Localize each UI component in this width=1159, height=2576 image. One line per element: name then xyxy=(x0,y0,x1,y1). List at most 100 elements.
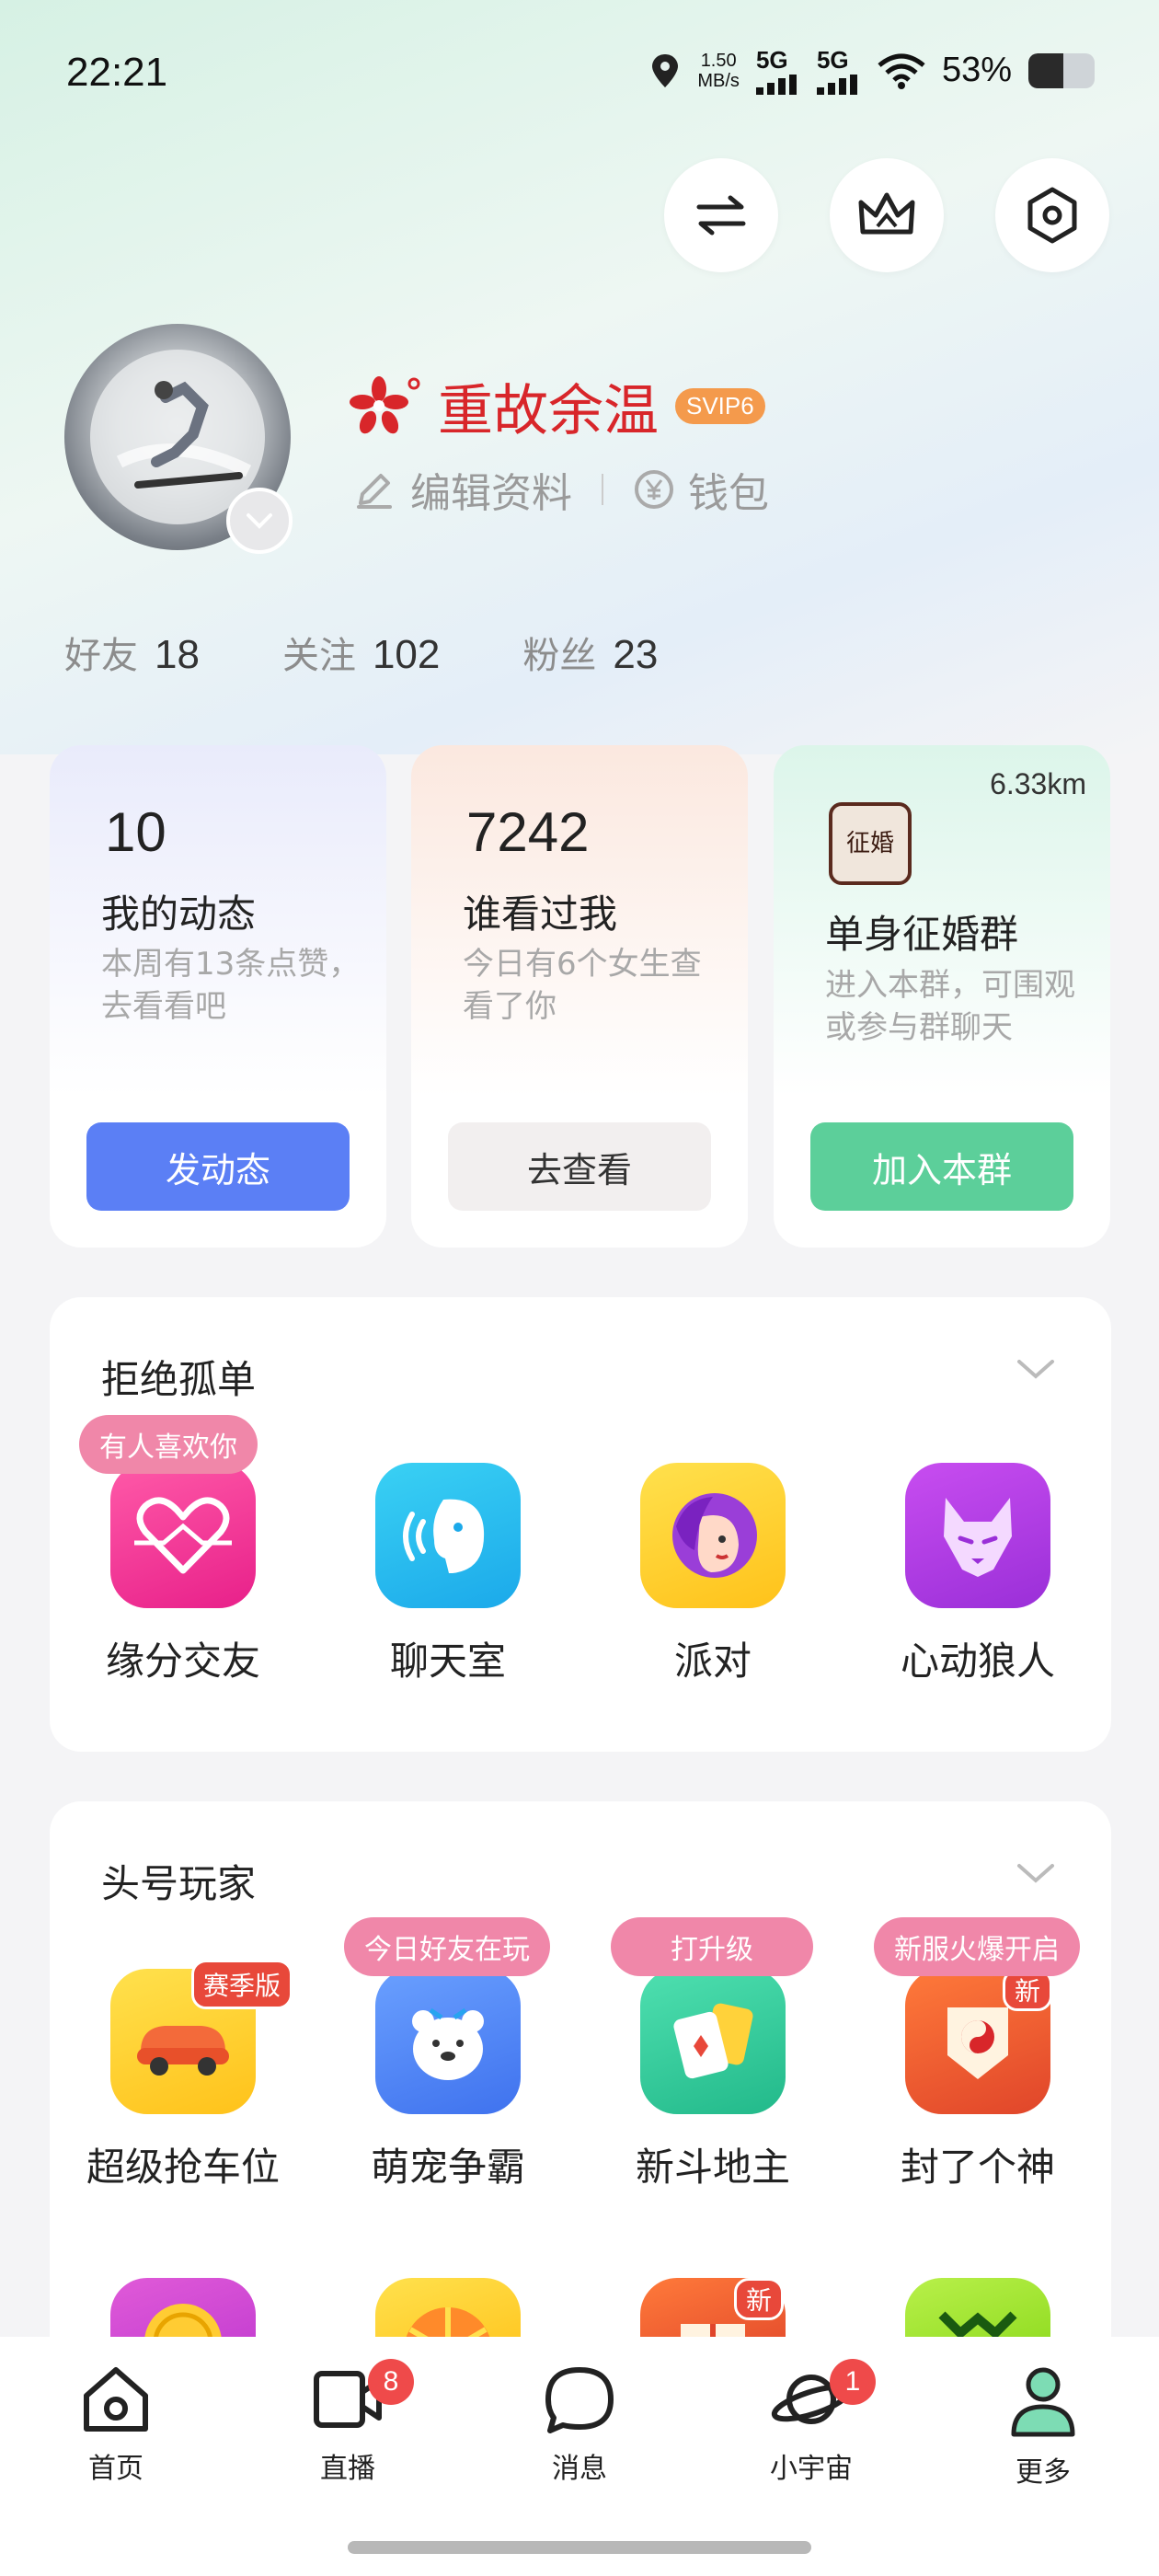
wallet-yen-icon xyxy=(635,470,673,509)
chevron-down-icon[interactable] xyxy=(1016,1860,1056,1886)
section-games-title: 头号玩家 xyxy=(101,1861,257,1906)
app-party[interactable]: 派对 xyxy=(580,1463,846,1686)
status-time: 22:21 xyxy=(66,50,168,95)
app-label: 封了个神 xyxy=(900,2145,1055,2190)
tab-universe[interactable]: 小宇宙 1 xyxy=(729,2359,894,2486)
signal-1: 5G xyxy=(755,46,800,95)
signal-bars-icon xyxy=(755,75,797,95)
app-label: 聊天室 xyxy=(389,1639,506,1684)
app-fate-dating[interactable]: 缘分交友 xyxy=(50,1463,316,1686)
stat-friends[interactable]: 好友 18 xyxy=(64,626,200,679)
stat-value: 18 xyxy=(155,632,200,677)
new-badge: 新 xyxy=(734,2278,785,2320)
switch-account-button[interactable] xyxy=(664,158,778,272)
tag-friends-playing: 今日好友在玩 xyxy=(344,1917,550,1976)
notification-badge: 1 xyxy=(830,2359,876,2405)
visitors-title: 谁看过我 xyxy=(463,891,618,937)
net-speed-unit: MB/s xyxy=(697,70,740,91)
tag-upgrade: 打升级 xyxy=(611,1917,813,1976)
tab-home[interactable]: 首页 xyxy=(33,2364,199,2486)
card-visitors[interactable]: 7242 谁看过我 今日有6个女生查看了你 去查看 xyxy=(411,745,748,1248)
view-visitors-button[interactable]: 去查看 xyxy=(448,1122,711,1211)
wolf-icon xyxy=(905,1463,1050,1608)
divider xyxy=(602,474,603,505)
stat-value: 23 xyxy=(613,632,659,677)
app-label: 新斗地主 xyxy=(635,2145,790,2190)
app-pet-battle[interactable]: 萌宠争霸 xyxy=(315,1969,581,2192)
section-games: 头号玩家 今日好友在玩 打升级 新服火爆开启 超级抢车位 赛季版 萌宠争霸 新斗… xyxy=(50,1801,1111,2372)
moments-title: 我的动态 xyxy=(101,891,257,937)
party-face-icon xyxy=(640,1463,786,1608)
wifi-icon xyxy=(878,53,925,89)
visitors-count: 7242 xyxy=(466,801,590,863)
edit-pencil-icon xyxy=(357,474,392,509)
tag-new-server: 新服火爆开启 xyxy=(874,1917,1080,1976)
app-label: 派对 xyxy=(673,1639,752,1684)
nickname: 重故余温 xyxy=(438,379,659,443)
section-social-title: 拒绝孤单 xyxy=(101,1357,257,1402)
bear-icon xyxy=(375,1969,521,2114)
status-bar: 22:21 1.50 MB/s 5G 5G 53% xyxy=(0,0,1159,152)
app-feng-le-ge-shen[interactable]: 封了个神 xyxy=(844,1969,1111,2192)
tab-label: 首页 xyxy=(88,2453,143,2485)
home-icon xyxy=(84,2367,148,2432)
net-speed: 1.50 MB/s xyxy=(697,51,740,91)
home-indicator[interactable] xyxy=(348,2541,811,2554)
settings-button[interactable] xyxy=(995,158,1109,272)
vip-badge[interactable]: SVIP6 xyxy=(675,388,765,424)
app-label: 超级抢车位 xyxy=(86,2145,280,2190)
profile-actions: 编辑资料 钱包 xyxy=(353,460,769,519)
group-logo: 征婚 xyxy=(829,802,912,885)
tab-live[interactable]: 直播 8 xyxy=(265,2359,430,2486)
flower-decoration-icon xyxy=(350,375,420,433)
app-label: 缘分交友 xyxy=(105,1639,260,1684)
signal-1-label: 5G xyxy=(755,46,788,74)
status-indicators: 1.50 MB/s 5G 5G 53% xyxy=(649,46,1095,95)
crown-icon xyxy=(858,192,915,235)
stat-label: 粉丝 xyxy=(522,635,597,677)
app-dou-dizhu[interactable]: 新斗地主 xyxy=(580,1969,846,2192)
stat-label: 关注 xyxy=(281,635,356,677)
chat-voice-icon xyxy=(375,1463,521,1608)
section-social: 拒绝孤单 有人喜欢你 缘分交友 聊天室 派对 心动狼人 xyxy=(50,1297,1111,1752)
chevron-down-icon[interactable] xyxy=(1016,1356,1056,1382)
card-singles-group[interactable]: 6.33km 征婚 单身征婚群 进入本群，可围观或参与群聊天 加入本群 xyxy=(774,745,1110,1248)
wallet-link[interactable]: 钱包 xyxy=(688,460,769,519)
tab-label: 小宇宙 xyxy=(770,2453,853,2485)
group-title: 单身征婚群 xyxy=(825,912,1019,957)
app-label: 萌宠争霸 xyxy=(370,2145,525,2190)
tab-more[interactable]: 更多 xyxy=(960,2364,1126,2490)
season-badge: 赛季版 xyxy=(191,1960,293,2009)
battery-percent: 53% xyxy=(941,51,1012,89)
battery-fill xyxy=(1028,52,1064,88)
settings-hexagon-icon xyxy=(1027,187,1077,244)
signal-2-label: 5G xyxy=(816,46,849,74)
nickname-row: 重故余温 SVIP6 xyxy=(348,366,765,446)
post-moment-button[interactable]: 发动态 xyxy=(86,1122,350,1211)
social-stats: 好友 18 关注 102 粉丝 23 xyxy=(64,626,658,679)
group-distance: 6.33km xyxy=(990,767,1086,800)
switch-icon xyxy=(696,195,746,236)
join-group-button[interactable]: 加入本群 xyxy=(810,1122,1073,1211)
edit-profile-link[interactable]: 编辑资料 xyxy=(410,460,572,519)
stat-label: 好友 xyxy=(64,635,138,677)
group-desc: 进入本群，可围观或参与群聊天 xyxy=(825,967,1075,1046)
moments-count: 10 xyxy=(105,801,166,863)
avatar-expand-button[interactable] xyxy=(226,488,293,554)
card-my-moments[interactable]: 10 我的动态 本周有13条点赞，去看看吧 发动态 xyxy=(50,745,386,1248)
stat-value: 102 xyxy=(372,632,441,677)
location-icon xyxy=(652,53,679,87)
tab-messages[interactable]: 消息 xyxy=(497,2364,662,2486)
bottom-tab-bar: 首页 直播 8 消息 小宇宙 1 更多 xyxy=(0,2337,1159,2576)
net-speed-value: 1.50 xyxy=(700,50,737,71)
stat-fans[interactable]: 粉丝 23 xyxy=(522,626,658,679)
vip-crown-button[interactable] xyxy=(830,158,944,272)
app-werewolf[interactable]: 心动狼人 xyxy=(844,1463,1111,1686)
visitors-desc: 今日有6个女生查看了你 xyxy=(463,946,702,1025)
app-chat-room[interactable]: 聊天室 xyxy=(315,1463,581,1686)
tab-label: 消息 xyxy=(552,2453,607,2485)
chevron-down-icon xyxy=(247,513,272,529)
signal-2: 5G xyxy=(816,46,861,95)
battery-icon xyxy=(1028,52,1095,88)
stat-following[interactable]: 关注 102 xyxy=(282,626,440,679)
